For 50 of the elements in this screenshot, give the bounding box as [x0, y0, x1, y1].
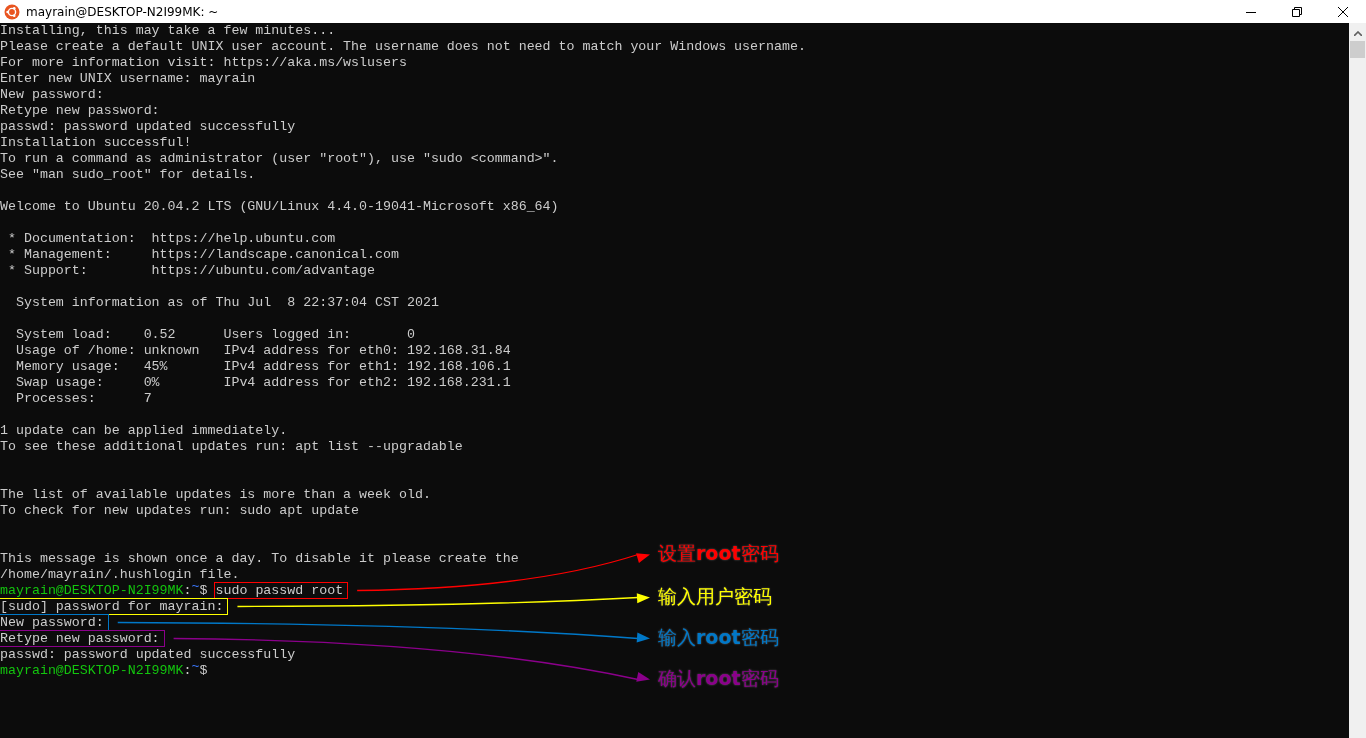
- output-line: See "man sudo_root" for details.: [0, 167, 256, 182]
- scrollbar[interactable]: [1349, 23, 1366, 738]
- output-line: passwd: password updated successfully: [0, 119, 296, 134]
- output-line: /home/mayrain/.hushlogin file.: [0, 567, 240, 582]
- output-line: 1 update can be applied immediately.: [0, 423, 288, 438]
- output-line: Installing, this may take a few minutes...: [0, 23, 336, 38]
- output-line: * Support: https://ubuntu.com/advantage: [6, 263, 376, 278]
- app-icon: [4, 3, 20, 20]
- output-line: Installation successful!: [0, 135, 192, 150]
- annotation-label: 确认root密码: [658, 666, 779, 691]
- output-line: Retype new password:: [0, 631, 164, 646]
- output-line: [sudo] password for mayrain:: [0, 599, 228, 614]
- scroll-thumb[interactable]: [1350, 41, 1365, 58]
- scroll-up-icon[interactable]: [1353, 31, 1362, 36]
- output-line: Please create a default UNIX user account. The username does not need to match your Windows username.: [0, 39, 806, 54]
- window-title: mayrain@DESKTOP-N2I99MK: ~: [26, 4, 219, 19]
- prompt-path: ~: [191, 579, 200, 594]
- output-line: The list of available updates is more than a week old.: [0, 487, 431, 502]
- annotation-label: 输入用户密码: [658, 584, 773, 609]
- prompt-symbol: $: [199, 583, 208, 598]
- prompt-user: mayrain@DESKTOP-N2I99MK: [0, 583, 184, 598]
- prompt-separator: :: [183, 663, 192, 678]
- prompt-user: mayrain@DESKTOP-N2I99MK: [0, 663, 184, 678]
- output-line: Memory usage: 45% IPv4 address for eth1: 192.168.106.1: [14, 359, 511, 374]
- output-line: New password:: [0, 87, 104, 102]
- output-line: Usage of /home: unknown IPv4 address for eth0: 192.168.31.84: [14, 343, 511, 358]
- prompt-path: ~: [191, 659, 200, 674]
- output-line: Processes: 7: [14, 391, 152, 406]
- output-line: New password:: [0, 615, 108, 630]
- restore-icon[interactable]: [1292, 6, 1302, 17]
- prompt-separator: :: [183, 583, 192, 598]
- output-line: To check for new updates run: sudo apt update: [0, 503, 360, 518]
- output-line: This message is shown once a day. To disable it please create the: [0, 551, 519, 566]
- output-line: System load: 0.52 Users logged in: 0: [14, 327, 415, 342]
- output-line: System information as of Thu Jul 8 22:37:04 CST 2021: [14, 295, 439, 310]
- output-line: Welcome to Ubuntu 20.04.2 LTS (GNU/Linux 4.4.0-19041-Microsoft x86_64): [0, 199, 559, 214]
- annotation-label: 设置root密码: [658, 541, 779, 566]
- output-line: Enter new UNIX username: mayrain: [0, 71, 256, 86]
- output-line: To see these additional updates run: apt list --upgradable: [0, 439, 463, 454]
- output-line: passwd: password updated successfully: [0, 647, 296, 662]
- output-line: * Management: https://landscape.canonical.com: [6, 247, 399, 262]
- output-line: * Documentation: https://help.ubuntu.com: [6, 231, 336, 246]
- prompt-symbol: $: [199, 663, 208, 678]
- output-line: Swap usage: 0% IPv4 address for eth2: 192.168.231.1: [14, 375, 511, 390]
- output-line: To run a command as administrator (user "root"), use "sudo <command>".: [0, 151, 559, 166]
- output-line: Retype new password:: [0, 103, 160, 118]
- close-icon[interactable]: [1338, 6, 1348, 17]
- annotation-label: 输入root密码: [658, 625, 779, 650]
- output-line: For more information visit: https://aka.ms/wslusers: [0, 55, 407, 70]
- command-text: sudo passwd root: [215, 583, 348, 598]
